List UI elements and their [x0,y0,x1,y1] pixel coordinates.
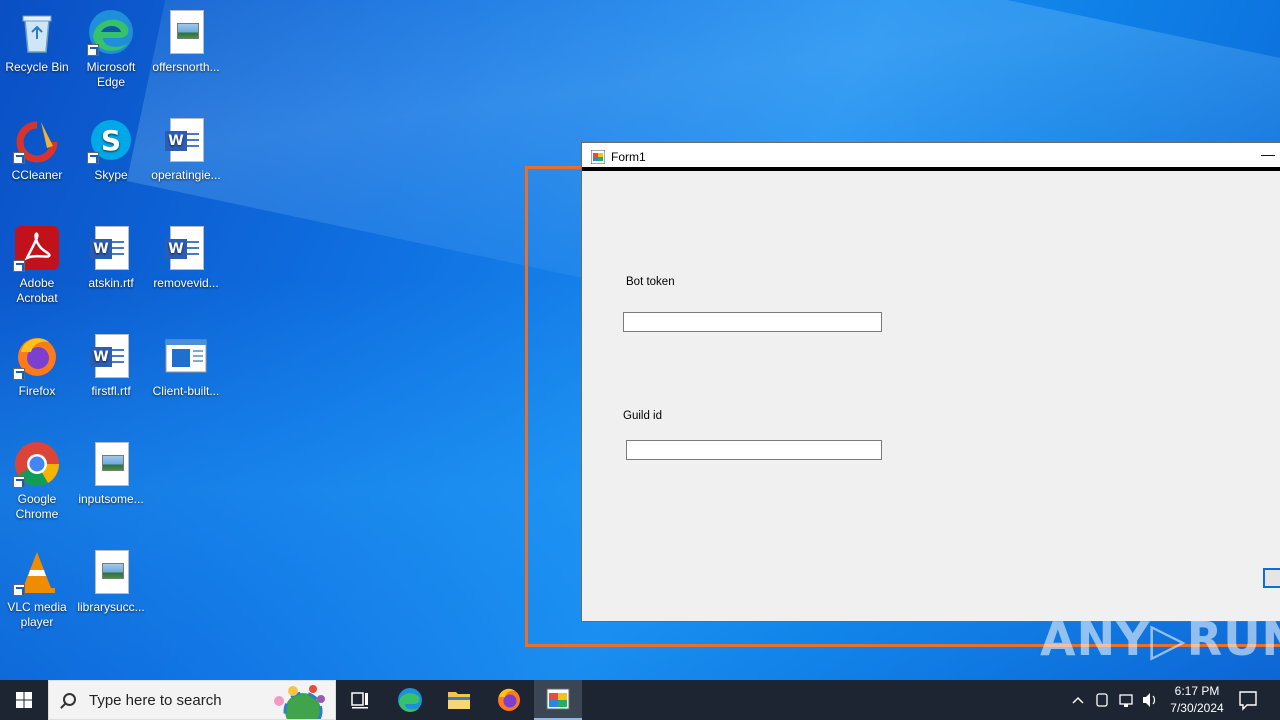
tray-icons [1072,693,1156,707]
desktop-icon-label: removevid... [153,276,219,290]
task-view-button[interactable] [336,680,384,720]
guild-id-label: Guild id [623,410,662,422]
task-view-icon [351,692,368,709]
word-document-icon: W [162,116,210,164]
edge-icon [87,8,135,56]
window-titlebar[interactable]: Form1 — [582,143,1280,171]
taskbar-form1-button[interactable] [534,680,582,720]
desktop-icon-ccleaner[interactable]: CCleaner [0,110,74,183]
search-placeholder: Type here to search [89,692,222,709]
image-file-icon [87,548,135,596]
desktop-icon-offersnorth[interactable]: offersnorth... [149,2,223,75]
desktop-icon-operatingie[interactable]: W operatingie... [149,110,223,183]
skype-icon: S [87,116,135,164]
desktop-icon-google-chrome[interactable]: Google Chrome [0,434,74,522]
ccleaner-icon [13,116,61,164]
firefox-icon [13,332,61,380]
notification-icon [1239,691,1257,711]
shortcut-arrow-icon [13,152,25,164]
application-window-icon [162,332,210,380]
word-document-icon: W [162,224,210,272]
desktop-icon-skype[interactable]: S Skype [74,110,148,183]
adobe-acrobat-icon [13,224,61,272]
taskbar: Type here to search 6:17 PM 7/30/2024 [0,680,1280,720]
desktop-icon-label: offersnorth... [152,60,220,74]
network-icon [1119,694,1133,705]
desktop-icon-librarysucc[interactable]: librarysucc... [74,542,148,615]
action-center-button[interactable] [1232,680,1280,720]
desktop-icon-label: CCleaner [11,168,63,182]
desktop-icon-label: VLC media player [7,600,67,629]
desktop-icon-firstfl-rtf[interactable]: W firstfl.rtf [74,326,148,399]
search-icon [63,693,76,706]
desktop-icon-label: Adobe Acrobat [16,276,58,305]
shortcut-arrow-icon [87,152,99,164]
shortcut-arrow-icon [13,260,25,272]
desktop-icon-label: Recycle Bin [5,60,69,74]
winforms-app-icon [546,688,570,710]
firefox-icon [498,688,520,711]
desktop-icon-adobe-acrobat[interactable]: Adobe Acrobat [0,218,74,306]
anyrun-watermark: ANY▷RUN [1040,612,1280,666]
desktop-icon-atskin-rtf[interactable]: W atskin.rtf [74,218,148,291]
start-button[interactable] [0,680,48,720]
desktop-icon-client-built[interactable]: Client-built... [149,326,223,399]
submit-button[interactable] [1263,568,1280,588]
desktop-icon-microsoft-edge[interactable]: Microsoft Edge [74,2,148,90]
shortcut-arrow-icon [13,368,25,380]
winforms-app-icon [591,150,605,164]
desktop-icon-label: Client-built... [152,384,220,398]
system-tray [1066,680,1160,720]
desktop-icon-recycle-bin[interactable]: Recycle Bin [0,2,74,75]
bot-token-label: Bot token [626,276,675,288]
desktop-icon-inputsome[interactable]: inputsome... [74,434,148,507]
word-document-icon: W [87,332,135,380]
volume-icon [1143,693,1150,707]
desktop-icon-vlc[interactable]: VLC media player [0,542,74,630]
vlc-cone-icon [13,548,61,596]
window-title: Form1 [611,150,646,164]
guild-id-input[interactable] [626,440,882,460]
bot-token-input[interactable] [623,312,882,332]
clock-date: 7/30/2024 [1170,701,1224,715]
image-file-icon [87,440,135,488]
desktop-icon-label: inputsome... [78,492,144,506]
desktop-icon-label: librarysucc... [77,600,145,614]
google-chrome-icon [13,440,61,488]
taskbar-firefox-button[interactable] [485,680,533,720]
clock-time: 6:17 PM [1174,684,1220,698]
image-file-icon [162,8,210,56]
desktop-icon-label: Skype [94,168,128,182]
taskbar-clock[interactable]: 6:17 PM 7/30/2024 [1160,683,1234,717]
desktop-icon-label: Google Chrome [15,492,59,521]
taskbar-file-explorer-button[interactable] [435,680,483,720]
edge-icon [398,688,422,712]
meet-now-icon [1096,693,1108,707]
desktop-icon-removevid[interactable]: W removevid... [149,218,223,291]
shortcut-arrow-icon [13,584,25,596]
taskbar-edge-button[interactable] [386,680,434,720]
form1-window[interactable]: Form1 — Bot token Guild id [581,142,1280,622]
chevron-up-icon [1072,696,1084,704]
desktop-icon-firefox[interactable]: Firefox [0,326,74,399]
desktop-icon-label: atskin.rtf [88,276,134,290]
desktop-icon-label: Microsoft Edge [86,60,136,89]
desktop-icon-label: operatingie... [151,168,221,182]
search-highlight-illustration-icon [274,685,325,719]
desktop-icon-label: Firefox [18,384,56,398]
folder-icon [448,692,470,709]
shortcut-arrow-icon [87,44,99,56]
recycle-bin-icon [13,8,61,56]
taskbar-search-box[interactable]: Type here to search [48,680,336,720]
svg-text:S: S [101,124,121,157]
minimize-button[interactable]: — [1256,143,1280,167]
shortcut-arrow-icon [13,476,25,488]
word-document-icon: W [87,224,135,272]
desktop-icon-label: firstfl.rtf [91,384,131,398]
windows-logo-icon [16,692,32,708]
